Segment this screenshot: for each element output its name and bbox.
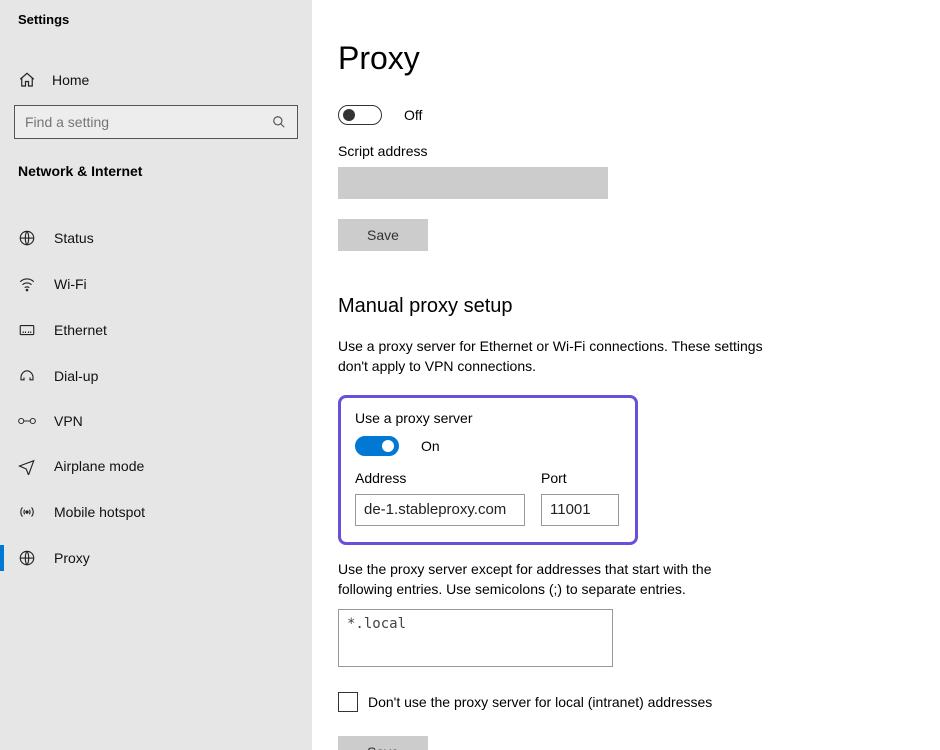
hotspot-icon: [18, 503, 36, 521]
sidebar-item-label: Proxy: [54, 550, 90, 566]
exceptions-textarea[interactable]: [338, 609, 613, 667]
sidebar-item-label: Status: [54, 230, 94, 246]
port-input[interactable]: [541, 494, 619, 526]
script-address-label: Script address: [338, 143, 940, 159]
auto-detect-toggle-label: Off: [404, 107, 422, 123]
sidebar-item-ethernet[interactable]: Ethernet: [0, 307, 312, 353]
sidebar-item-label: Dial-up: [54, 368, 98, 384]
sidebar-item-dialup[interactable]: Dial-up: [0, 353, 312, 399]
vpn-icon: [18, 414, 36, 428]
sidebar-item-label: VPN: [54, 413, 83, 429]
sidebar-item-label: Ethernet: [54, 322, 107, 338]
sidebar-nav: Status Wi-Fi Ethernet Dial-up VPN: [0, 215, 312, 581]
sidebar-item-label: Wi-Fi: [54, 276, 87, 292]
sidebar-item-label: Mobile hotspot: [54, 504, 145, 520]
home-label: Home: [52, 72, 89, 88]
sidebar-item-proxy[interactable]: Proxy: [0, 535, 312, 581]
dont-use-local-checkbox[interactable]: [338, 692, 358, 712]
sidebar-item-home[interactable]: Home: [0, 59, 312, 101]
use-proxy-toggle-label: On: [421, 438, 440, 454]
globe-icon: [18, 229, 36, 247]
wifi-icon: [18, 275, 36, 293]
main-content: Proxy Off Script address Save Manual pro…: [312, 0, 940, 750]
sidebar-item-airplane[interactable]: Airplane mode: [0, 443, 312, 489]
ethernet-icon: [18, 321, 36, 339]
exceptions-desc: Use the proxy server except for addresse…: [338, 559, 768, 600]
manual-save-button[interactable]: Save: [338, 736, 428, 750]
proxy-highlight-box: Use a proxy server On Address Port: [338, 395, 638, 545]
manual-heading: Manual proxy setup: [338, 295, 940, 318]
sidebar-item-wifi[interactable]: Wi-Fi: [0, 261, 312, 307]
search-icon: [272, 115, 286, 129]
script-save-button[interactable]: Save: [338, 219, 428, 251]
airplane-icon: [18, 457, 36, 475]
auto-detect-toggle[interactable]: [338, 105, 382, 125]
use-proxy-label: Use a proxy server: [355, 410, 621, 426]
dialup-icon: [18, 367, 36, 385]
script-address-input: [338, 167, 608, 199]
address-label: Address: [355, 470, 525, 486]
sidebar: Settings Home Network & Internet Status …: [0, 0, 312, 750]
page-title: Proxy: [338, 40, 940, 77]
use-proxy-toggle[interactable]: [355, 436, 399, 456]
sidebar-item-label: Airplane mode: [54, 458, 144, 474]
port-label: Port: [541, 470, 619, 486]
home-icon: [18, 71, 36, 89]
proxy-icon: [18, 549, 36, 567]
manual-desc: Use a proxy server for Ethernet or Wi-Fi…: [338, 336, 768, 377]
search-input[interactable]: [14, 105, 298, 139]
dont-use-local-label: Don't use the proxy server for local (in…: [368, 694, 712, 710]
sidebar-section-label: Network & Internet: [0, 139, 312, 193]
sidebar-item-vpn[interactable]: VPN: [0, 399, 312, 443]
sidebar-item-hotspot[interactable]: Mobile hotspot: [0, 489, 312, 535]
sidebar-item-status[interactable]: Status: [0, 215, 312, 261]
address-input[interactable]: [355, 494, 525, 526]
app-title: Settings: [0, 10, 312, 27]
